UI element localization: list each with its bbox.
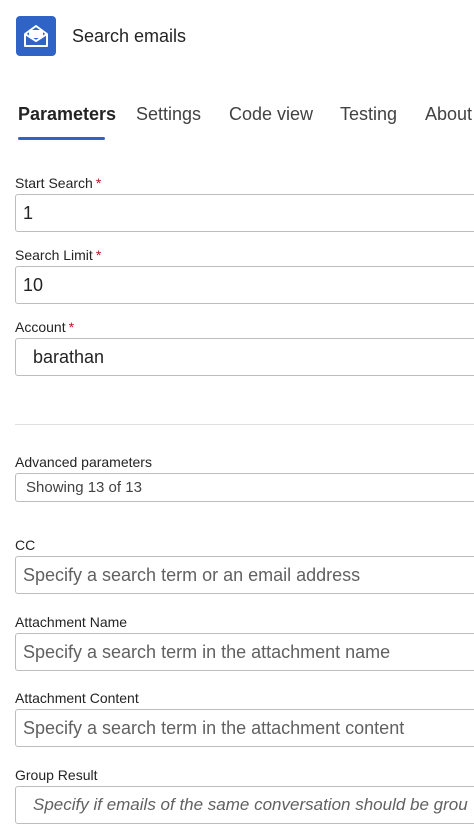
advanced-parameters-value: Showing 13 of 13: [26, 479, 142, 496]
advanced-parameters-label: Advanced parameters: [15, 454, 152, 470]
attachment-content-placeholder: Specify a search term in the attachment …: [23, 717, 405, 738]
start-search-label-text: Start Search: [15, 175, 93, 191]
attachment-name-label: Attachment Name: [15, 614, 128, 630]
search-limit-label-text: Search Limit: [15, 247, 93, 263]
attachment-name-input[interactable]: Specify a search term in the attachment …: [15, 633, 474, 671]
tab-settings[interactable]: Settings: [136, 104, 201, 125]
tab-parameters[interactable]: Parameters: [18, 104, 116, 125]
cc-label: CC: [15, 537, 36, 553]
tab-bar: Parameters Settings Code view Testing Ab…: [0, 100, 474, 144]
start-search-label: Start Search *: [15, 175, 101, 191]
tab-testing[interactable]: Testing: [340, 104, 397, 125]
required-mark: *: [95, 175, 102, 191]
start-search-input[interactable]: 1: [15, 194, 474, 232]
search-limit-input[interactable]: 10: [15, 266, 474, 304]
attachment-content-input[interactable]: Specify a search term in the attachment …: [15, 709, 474, 747]
attachment-name-placeholder: Specify a search term in the attachment …: [23, 641, 391, 662]
panel-title: Search emails: [72, 25, 187, 46]
group-result-label: Group Result: [15, 767, 98, 783]
tab-about[interactable]: About: [425, 104, 472, 125]
account-select[interactable]: barathan: [15, 338, 474, 376]
active-tab-indicator: [18, 137, 105, 140]
section-divider: [15, 424, 474, 425]
search-limit-label: Search Limit *: [15, 247, 101, 263]
cc-placeholder: Specify a search term or an email addres…: [23, 564, 361, 585]
advanced-parameters-dropdown[interactable]: Showing 13 of 13: [15, 473, 474, 502]
required-mark: *: [68, 319, 75, 335]
start-search-value: 1: [23, 202, 34, 223]
required-mark: *: [95, 247, 102, 263]
envelope-open-icon: [16, 16, 56, 56]
attachment-content-label: Attachment Content: [15, 690, 139, 706]
group-result-placeholder: Specify if emails of the same conversati…: [33, 795, 468, 814]
panel-header: Search emails: [16, 16, 186, 56]
cc-input[interactable]: Specify a search term or an email addres…: [15, 556, 474, 594]
group-result-select[interactable]: Specify if emails of the same conversati…: [15, 786, 474, 824]
search-limit-value: 10: [23, 274, 44, 295]
tab-code-view[interactable]: Code view: [229, 104, 313, 125]
account-label: Account *: [15, 319, 74, 335]
account-label-text: Account: [15, 319, 66, 335]
account-value: barathan: [33, 346, 105, 367]
